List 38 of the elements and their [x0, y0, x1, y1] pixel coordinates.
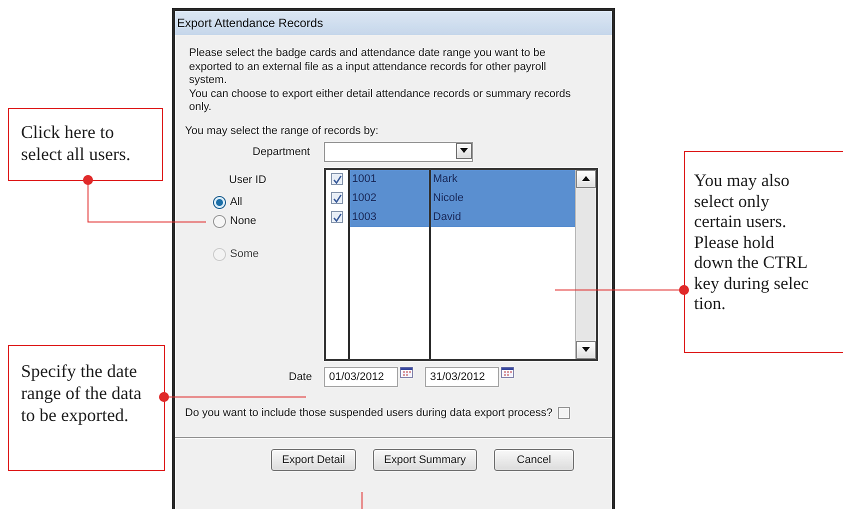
callout-note: You may also select only certain users. Please hold down the CTRL key during selec tion. [684, 151, 843, 353]
user-name-cell[interactable]: Mark [431, 170, 575, 188]
scroll-up-icon[interactable] [582, 176, 590, 181]
checkbox[interactable] [558, 406, 570, 418]
check-icon [332, 174, 342, 184]
user-id-label: User ID [229, 174, 266, 186]
check-icon [332, 194, 342, 202]
date-label: Date [288, 370, 313, 382]
user-id-cell[interactable]: 1001 [350, 170, 429, 188]
check-icon [332, 212, 342, 222]
dropdown-arrow-icon [460, 148, 468, 153]
window-title: Export Attendance Records [175, 11, 612, 35]
checkbox[interactable] [331, 192, 343, 204]
calendar-icon[interactable] [400, 367, 413, 378]
instructions-text: Please select the badge cards and attendance date range you want to be exported to an external file as a input attendance records for other payroll system. You can choose to export either detail attendance records or summary records only. [189, 47, 572, 114]
dialog-button[interactable]: Cancel [494, 448, 574, 470]
range-label: You may select the range of records by: [185, 124, 380, 138]
calendar-icon[interactable] [501, 367, 514, 378]
user-id-cell[interactable]: 1003 [350, 208, 429, 226]
end-date-field[interactable]: 31/03/2012 [425, 366, 499, 386]
department-dropdown[interactable] [324, 142, 473, 162]
radio-option[interactable]: All [213, 196, 324, 208]
suspended-users-question: Do you want to include those suspended users during data export process? [185, 406, 553, 418]
dialog-button[interactable]: Export Detail [271, 448, 356, 470]
start-date-field[interactable]: 01/03/2012 [324, 366, 398, 386]
checkbox[interactable] [331, 211, 343, 223]
user-name-cell[interactable]: David [431, 208, 575, 226]
user-list[interactable]: 1001 1002 1003 Mark Nicole David [324, 168, 598, 360]
callout-note: Click here to select all users. [8, 108, 163, 181]
user-id-cell[interactable]: 1002 [350, 188, 429, 208]
user-name-cell[interactable]: Nicole [431, 188, 575, 208]
scroll-down-icon[interactable] [582, 347, 590, 352]
department-label: Department [252, 146, 311, 158]
scrollbar[interactable] [575, 170, 596, 358]
radio-option[interactable]: None [213, 214, 324, 228]
callout-note: Specify the date range of the data to be exported. [8, 345, 165, 471]
dialog-button[interactable]: Export Summary [372, 448, 477, 470]
checkbox[interactable] [331, 173, 343, 185]
